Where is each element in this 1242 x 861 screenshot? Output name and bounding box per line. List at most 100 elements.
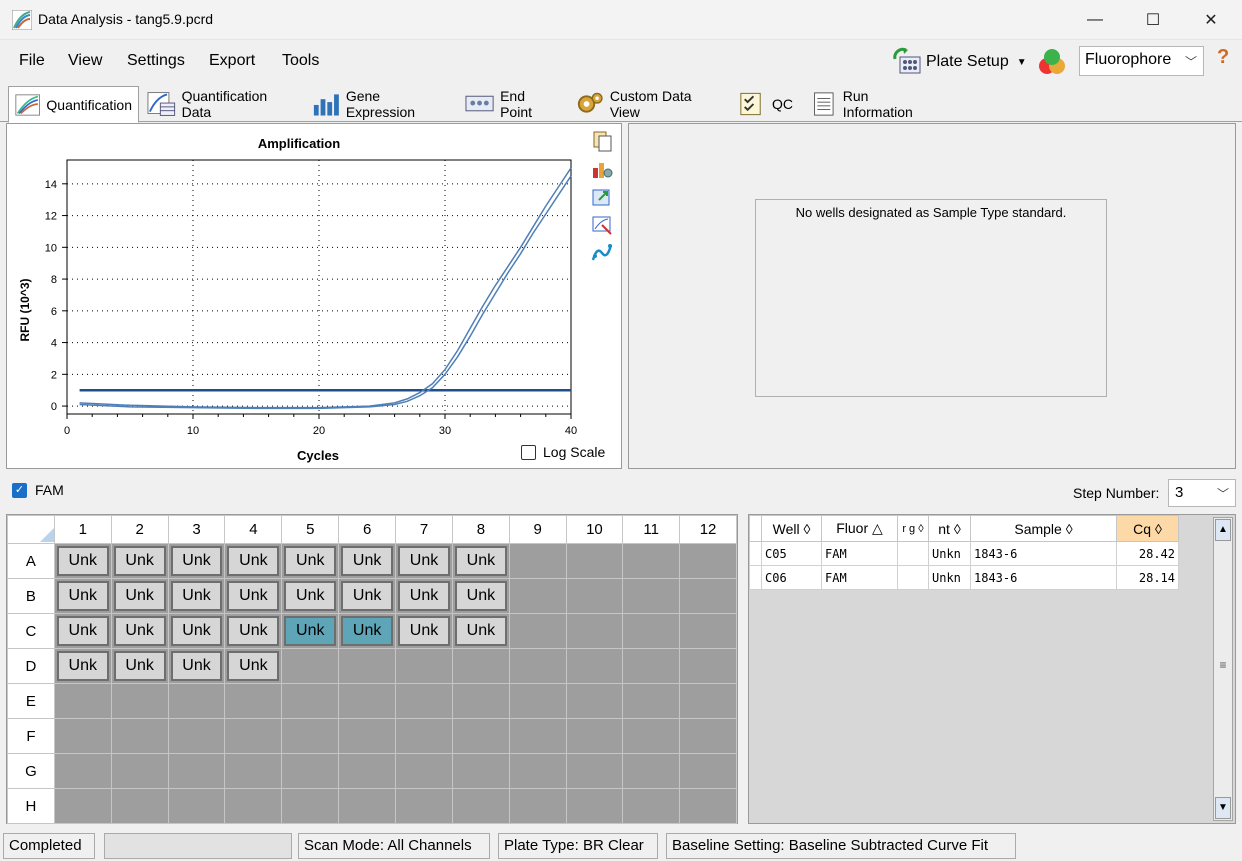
plate-well[interactable] [167,788,226,824]
plate-row-header[interactable]: A [7,543,55,579]
plate-well[interactable]: Unk [167,578,226,614]
cell-well[interactable]: C05 [761,541,822,566]
plate-well[interactable] [451,788,510,824]
tab-quantification-data[interactable]: Quantification Data [140,86,302,122]
plate-well[interactable] [338,718,397,754]
plate-well[interactable]: Unk [281,613,340,649]
plate-well[interactable] [565,753,624,789]
plate-well[interactable] [338,648,397,684]
plate-row-header[interactable]: B [7,578,55,614]
plate-well[interactable] [110,718,169,754]
plate-well[interactable] [451,753,510,789]
plate-well[interactable] [281,753,340,789]
plate-well[interactable] [281,648,340,684]
plate-well[interactable] [565,683,624,719]
plate-well[interactable] [395,788,453,824]
plate-well[interactable] [622,718,681,754]
plate-well[interactable] [338,683,397,719]
plate-well[interactable] [679,718,737,754]
plate-well[interactable]: Unk [224,543,283,579]
plate-well[interactable]: Unk [224,648,283,684]
table-row[interactable]: C05 FAM Unkn 1843-6 28.42 [749,541,1179,566]
fluorophore-select[interactable]: Fluorophore ﹀ [1079,46,1204,76]
plate-well[interactable] [508,613,567,649]
plate-well[interactable] [508,753,567,789]
column-header-content[interactable]: nt ◊ [928,515,971,542]
plate-well[interactable] [565,543,624,579]
plate-well[interactable]: Unk [167,613,226,649]
plate-well[interactable] [281,788,340,824]
cell-cq[interactable]: 28.14 [1116,565,1179,590]
plate-well[interactable] [338,753,397,789]
scroll-up-icon[interactable]: ▲ [1215,519,1231,541]
plate-well[interactable] [679,683,737,719]
plate-well[interactable] [622,613,681,649]
plate-column-header[interactable]: 1 [53,515,112,544]
plate-well[interactable] [679,578,737,614]
plate-well[interactable]: Unk [338,578,397,614]
plate-well[interactable] [679,613,737,649]
plate-column-header[interactable]: 6 [338,515,397,544]
cell-target[interactable] [897,565,929,590]
vertical-scrollbar[interactable]: ▲ ≡ ▼ [1213,517,1233,821]
plate-well[interactable] [395,648,453,684]
plate-well[interactable] [622,543,681,579]
plate-column-header[interactable]: 9 [508,515,567,544]
cell-target[interactable] [897,541,929,566]
plate-well[interactable]: Unk [110,543,169,579]
plate-well[interactable] [395,683,453,719]
plate-well[interactable]: Unk [451,613,510,649]
plate-well[interactable] [508,683,567,719]
cell-well[interactable]: C06 [761,565,822,590]
plate-well[interactable] [565,718,624,754]
plate-column-header[interactable]: 2 [110,515,169,544]
menu-view[interactable]: View [68,52,102,70]
plate-well[interactable] [338,788,397,824]
table-row[interactable]: C06 FAM Unkn 1843-6 28.14 [749,565,1179,590]
plate-well[interactable] [679,648,737,684]
column-header-cq[interactable]: Cq ◊ [1116,515,1179,542]
plate-column-header[interactable]: 12 [679,515,737,544]
plate-well[interactable] [622,683,681,719]
plate-well[interactable] [565,578,624,614]
help-icon[interactable]: ? [1217,46,1229,69]
close-button[interactable]: ✕ [1182,0,1240,40]
plate-column-header[interactable]: 4 [224,515,283,544]
plate-well[interactable]: Unk [53,613,112,649]
plate-well[interactable]: Unk [53,578,112,614]
plate-well[interactable]: Unk [281,543,340,579]
tab-qc[interactable]: QC [730,86,800,122]
plate-well[interactable] [53,683,112,719]
plate-well[interactable] [508,788,567,824]
plate-well[interactable] [224,718,283,754]
cell-content[interactable]: Unkn [928,565,971,590]
column-header-well[interactable]: Well ◊ [761,515,822,542]
column-header-target[interactable]: r g ◊ [897,515,929,542]
plate-row-header[interactable]: H [7,788,55,824]
plate-well[interactable]: Unk [395,613,453,649]
tab-custom-data-view[interactable]: Custom Data View [568,86,728,122]
tab-end-point[interactable]: End Point [458,86,566,122]
plate-well[interactable] [167,718,226,754]
log-scale-toggle[interactable]: Log Scale [521,444,605,460]
cell-content[interactable]: Unkn [928,541,971,566]
plate-well[interactable]: Unk [338,543,397,579]
scroll-down-icon[interactable]: ▼ [1215,797,1231,819]
plate-well[interactable] [53,718,112,754]
plate-well[interactable] [224,683,283,719]
plate-well[interactable]: Unk [110,613,169,649]
tab-run-information[interactable]: Run Information [802,86,942,122]
cell-fluor[interactable]: FAM [821,541,898,566]
plate-well[interactable]: Unk [224,613,283,649]
menu-tools[interactable]: Tools [282,52,319,70]
plate-well[interactable] [167,683,226,719]
plate-row-header[interactable]: D [7,648,55,684]
plate-well[interactable] [622,648,681,684]
plate-well[interactable] [451,648,510,684]
plate-well[interactable] [395,718,453,754]
plate-well[interactable]: Unk [338,613,397,649]
plate-well[interactable] [679,543,737,579]
plate-well[interactable] [167,753,226,789]
plate-corner[interactable] [7,515,55,544]
plate-well[interactable] [395,753,453,789]
